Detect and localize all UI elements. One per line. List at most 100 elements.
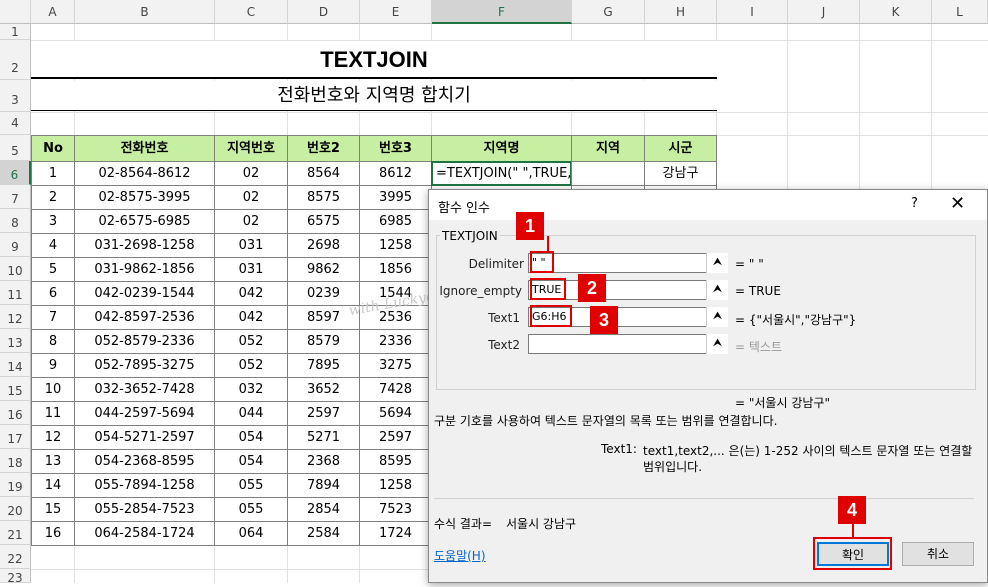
help-icon[interactable]: ? (911, 196, 918, 211)
dialog-titlebar[interactable]: 함수 인수 ? ✕ (429, 190, 987, 220)
cell-phone[interactable]: 064-2584-1724 (74, 521, 215, 546)
cell-area-code[interactable]: 042 (214, 305, 288, 330)
cell-number3[interactable]: 7428 (359, 377, 432, 402)
cell-phone[interactable]: 042-0239-1544 (74, 281, 215, 306)
cell-area-code[interactable]: 064 (214, 521, 288, 546)
cell-area-code[interactable]: 032 (214, 377, 288, 402)
cell-number3[interactable]: 5694 (359, 401, 432, 426)
cell-area-code[interactable]: 044 (214, 401, 288, 426)
cell-no[interactable]: 11 (31, 401, 75, 426)
row-header[interactable]: 11 (0, 281, 31, 305)
header-number3[interactable]: 번호3 (359, 135, 432, 162)
row-header[interactable]: 18 (0, 449, 31, 473)
row-header[interactable]: 13 (0, 329, 31, 353)
cell-no[interactable]: 2 (31, 185, 75, 210)
cell-area-code[interactable]: 031 (214, 233, 288, 258)
cell-area-code[interactable]: 054 (214, 425, 288, 450)
row-header[interactable]: 14 (0, 353, 31, 377)
column-header-c[interactable]: C (215, 0, 288, 24)
cell-number3[interactable]: 1856 (359, 257, 432, 282)
column-header-a[interactable]: A (31, 0, 75, 24)
text2-collapse-icon[interactable]: ⮝ (706, 334, 728, 354)
cell-number2[interactable]: 2698 (287, 233, 360, 258)
delimiter-input[interactable]: " " (528, 253, 728, 273)
cell-number2[interactable]: 8575 (287, 185, 360, 210)
cell-area-code[interactable]: 052 (214, 329, 288, 354)
cell-no[interactable]: 6 (31, 281, 75, 306)
cell-no[interactable]: 16 (31, 521, 75, 546)
column-header-b[interactable]: B (75, 0, 215, 24)
column-header-h[interactable]: H (645, 0, 717, 24)
cell-phone[interactable]: 031-9862-1856 (74, 257, 215, 282)
cell-no[interactable]: 1 (31, 161, 75, 186)
text1-collapse-icon[interactable]: ⮝ (706, 307, 728, 327)
sheet-subtitle[interactable]: 전화번호와 지역명 합치기 (31, 81, 717, 111)
header-number2[interactable]: 번호2 (287, 135, 360, 162)
row-header[interactable]: 20 (0, 497, 31, 521)
cell-h6[interactable]: 강남구 (644, 161, 717, 186)
cell-no[interactable]: 8 (31, 329, 75, 354)
cell-number2[interactable]: 2584 (287, 521, 360, 546)
row-header[interactable]: 15 (0, 377, 31, 401)
cell-no[interactable]: 15 (31, 497, 75, 522)
cell-no[interactable]: 12 (31, 425, 75, 450)
row-header[interactable]: 6 (0, 161, 31, 185)
row-header[interactable]: 8 (0, 209, 31, 233)
cell-number3[interactable]: 8595 (359, 449, 432, 474)
row-header[interactable]: 7 (0, 185, 31, 209)
cell-number3[interactable]: 7523 (359, 497, 432, 522)
cell-phone[interactable]: 02-6575-6985 (74, 209, 215, 234)
row-header[interactable]: 4 (0, 112, 31, 135)
row-header[interactable]: 12 (0, 305, 31, 329)
row-header[interactable]: 1 (0, 24, 31, 40)
cell-area-code[interactable]: 055 (214, 497, 288, 522)
cell-number3[interactable]: 3995 (359, 185, 432, 210)
row-header[interactable]: 16 (0, 401, 31, 425)
header-region-name[interactable]: 지역명 (431, 135, 572, 162)
cell-number3[interactable]: 2336 (359, 329, 432, 354)
header-region[interactable]: 지역 (571, 135, 645, 162)
cell-g6[interactable] (571, 161, 645, 186)
cell-no[interactable]: 3 (31, 209, 75, 234)
cell-area-code[interactable]: 042 (214, 281, 288, 306)
cell-phone[interactable]: 052-8579-2336 (74, 329, 215, 354)
cell-phone[interactable]: 052-7895-3275 (74, 353, 215, 378)
active-cell-formula[interactable]: =TEXTJOIN(" ",TRUE,G6:H6) (431, 161, 572, 186)
cell-number3[interactable]: 8612 (359, 161, 432, 186)
cell-number3[interactable]: 2597 (359, 425, 432, 450)
cell-area-code[interactable]: 052 (214, 353, 288, 378)
cell-no[interactable]: 4 (31, 233, 75, 258)
ignore-empty-collapse-icon[interactable]: ⮝ (706, 280, 728, 300)
row-header[interactable]: 23 (0, 569, 31, 585)
cell-number2[interactable]: 7895 (287, 353, 360, 378)
row-header[interactable]: 21 (0, 521, 31, 545)
column-header-d[interactable]: D (288, 0, 360, 24)
row-header[interactable]: 3 (0, 80, 31, 112)
header-district[interactable]: 시군 (644, 135, 717, 162)
cell-number2[interactable]: 8564 (287, 161, 360, 186)
row-header[interactable]: 17 (0, 425, 31, 449)
row-header[interactable]: 22 (0, 545, 31, 569)
cell-no[interactable]: 13 (31, 449, 75, 474)
row-header[interactable]: 10 (0, 257, 31, 281)
cancel-button[interactable]: 취소 (902, 542, 974, 566)
cell-number3[interactable]: 3275 (359, 353, 432, 378)
cell-area-code[interactable]: 055 (214, 473, 288, 498)
cell-phone[interactable]: 031-2698-1258 (74, 233, 215, 258)
cell-area-code[interactable]: 02 (214, 209, 288, 234)
cell-area-code[interactable]: 054 (214, 449, 288, 474)
select-all-corner[interactable] (0, 0, 31, 24)
cell-number3[interactable]: 6985 (359, 209, 432, 234)
cell-no[interactable]: 14 (31, 473, 75, 498)
cell-number3[interactable]: 1258 (359, 233, 432, 258)
cell-number2[interactable]: 9862 (287, 257, 360, 282)
row-header[interactable]: 19 (0, 473, 31, 497)
cell-number2[interactable]: 5271 (287, 425, 360, 450)
cell-number2[interactable]: 2854 (287, 497, 360, 522)
cell-phone[interactable]: 054-5271-2597 (74, 425, 215, 450)
cell-phone[interactable]: 055-7894-1258 (74, 473, 215, 498)
cell-phone[interactable]: 02-8575-3995 (74, 185, 215, 210)
cell-phone[interactable]: 042-8597-2536 (74, 305, 215, 330)
column-header-i[interactable]: I (717, 0, 788, 24)
cell-area-code[interactable]: 031 (214, 257, 288, 282)
